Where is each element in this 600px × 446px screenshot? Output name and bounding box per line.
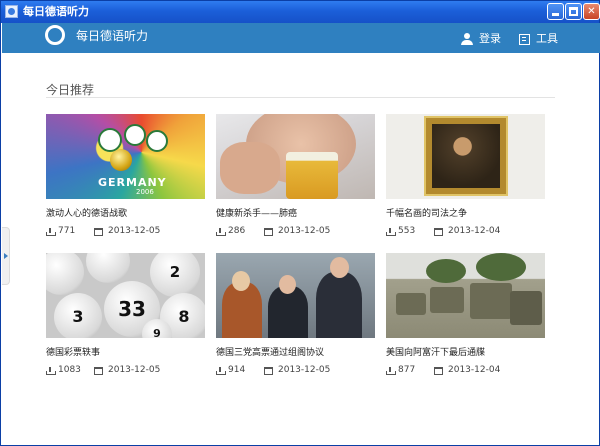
card-title[interactable]: 千幅名画的司法之争	[386, 208, 545, 220]
card-title[interactable]: 美国向阿富汗下最后通牒	[386, 347, 545, 359]
brand-name: 每日德语听力	[76, 29, 149, 43]
card-title[interactable]: 健康新杀手——肺癌	[216, 208, 375, 220]
download-icon	[216, 366, 226, 375]
download-count: 1083	[58, 365, 81, 375]
tools-label: 工具	[536, 32, 558, 45]
logo-icon	[45, 25, 65, 45]
card-thumbnail[interactable]	[386, 114, 545, 199]
app-window: 每日德语听力 ✕ 每日德语听力 登录 工具 今日推荐 GERMANY 2006 …	[0, 0, 600, 446]
card-date: 2013-12-04	[448, 226, 501, 236]
card-date: 2013-12-05	[278, 365, 331, 375]
card-meta: 914 2013-12-05	[216, 365, 375, 376]
card-date: 2013-12-05	[108, 365, 161, 375]
window-title: 每日德语听力	[23, 5, 89, 18]
card-date: 2013-12-05	[278, 226, 331, 236]
card-meta: 1083 2013-12-05	[46, 365, 205, 376]
download-icon	[216, 227, 226, 236]
calendar-icon	[264, 227, 273, 236]
card-title[interactable]: 激动人心的德语战歌	[46, 208, 205, 220]
section-title: 今日推荐	[46, 83, 95, 97]
card-title[interactable]: 德国三党高票通过组阁协议	[216, 347, 375, 359]
section-divider	[46, 97, 555, 98]
app-header: 每日德语听力 登录 工具	[2, 23, 600, 53]
login-button[interactable]: 登录	[461, 32, 501, 46]
download-count: 877	[398, 365, 416, 375]
download-icon	[386, 366, 396, 375]
lotto-ball: 2	[150, 253, 200, 297]
lotto-ball: 3	[54, 293, 102, 338]
login-label: 登录	[479, 32, 501, 45]
poster-word: GERMANY	[98, 176, 167, 189]
card-meta: 771 2013-12-05	[46, 226, 205, 237]
card-item[interactable]: 德国三党高票通过组阁协议 914 2013-12-05	[216, 253, 375, 376]
download-count: 771	[58, 226, 76, 236]
maximize-button[interactable]	[565, 3, 582, 20]
close-button[interactable]: ✕	[583, 3, 600, 20]
football-icon	[110, 149, 132, 171]
calendar-icon	[434, 227, 443, 236]
card-meta: 286 2013-12-05	[216, 226, 375, 237]
tools-button[interactable]: 工具	[519, 32, 558, 46]
card-date: 2013-12-05	[108, 226, 161, 236]
calendar-icon	[94, 366, 103, 375]
card-meta: 553 2013-12-04	[386, 226, 545, 237]
card-thumbnail[interactable]	[216, 114, 375, 199]
download-count: 286	[228, 226, 246, 236]
title-bar[interactable]: 每日德语听力 ✕	[1, 1, 600, 23]
minimize-button[interactable]	[547, 3, 564, 20]
card-item[interactable]: 健康新杀手——肺癌 286 2013-12-05	[216, 114, 375, 237]
card-item[interactable]: GERMANY 2006 激动人心的德语战歌 771 2013-12-05	[46, 114, 205, 237]
calendar-icon	[434, 366, 443, 375]
download-count: 553	[398, 226, 416, 236]
card-thumbnail[interactable]: 2 33 3 8 9	[46, 253, 205, 338]
sidebar-toggle-handle[interactable]	[2, 227, 10, 285]
card-date: 2013-12-04	[448, 365, 501, 375]
tools-icon	[519, 33, 530, 45]
download-icon	[386, 227, 396, 236]
card-thumbnail[interactable]	[386, 253, 545, 338]
user-icon	[461, 33, 473, 45]
calendar-icon	[94, 227, 103, 236]
app-icon	[5, 5, 18, 18]
card-thumbnail[interactable]: GERMANY 2006	[46, 114, 205, 199]
download-count: 914	[228, 365, 246, 375]
card-title[interactable]: 德国彩票轶事	[46, 347, 205, 359]
download-icon	[46, 227, 56, 236]
card-item[interactable]: 2 33 3 8 9 德国彩票轶事 1083 2013-12-05	[46, 253, 205, 376]
card-thumbnail[interactable]	[216, 253, 375, 338]
card-item[interactable]: 千幅名画的司法之争 553 2013-12-04	[386, 114, 545, 237]
card-item[interactable]: 美国向阿富汗下最后通牒 877 2013-12-04	[386, 253, 545, 376]
download-icon	[46, 366, 56, 375]
card-meta: 877 2013-12-04	[386, 365, 545, 376]
calendar-icon	[264, 366, 273, 375]
poster-year: 2006	[136, 188, 154, 196]
